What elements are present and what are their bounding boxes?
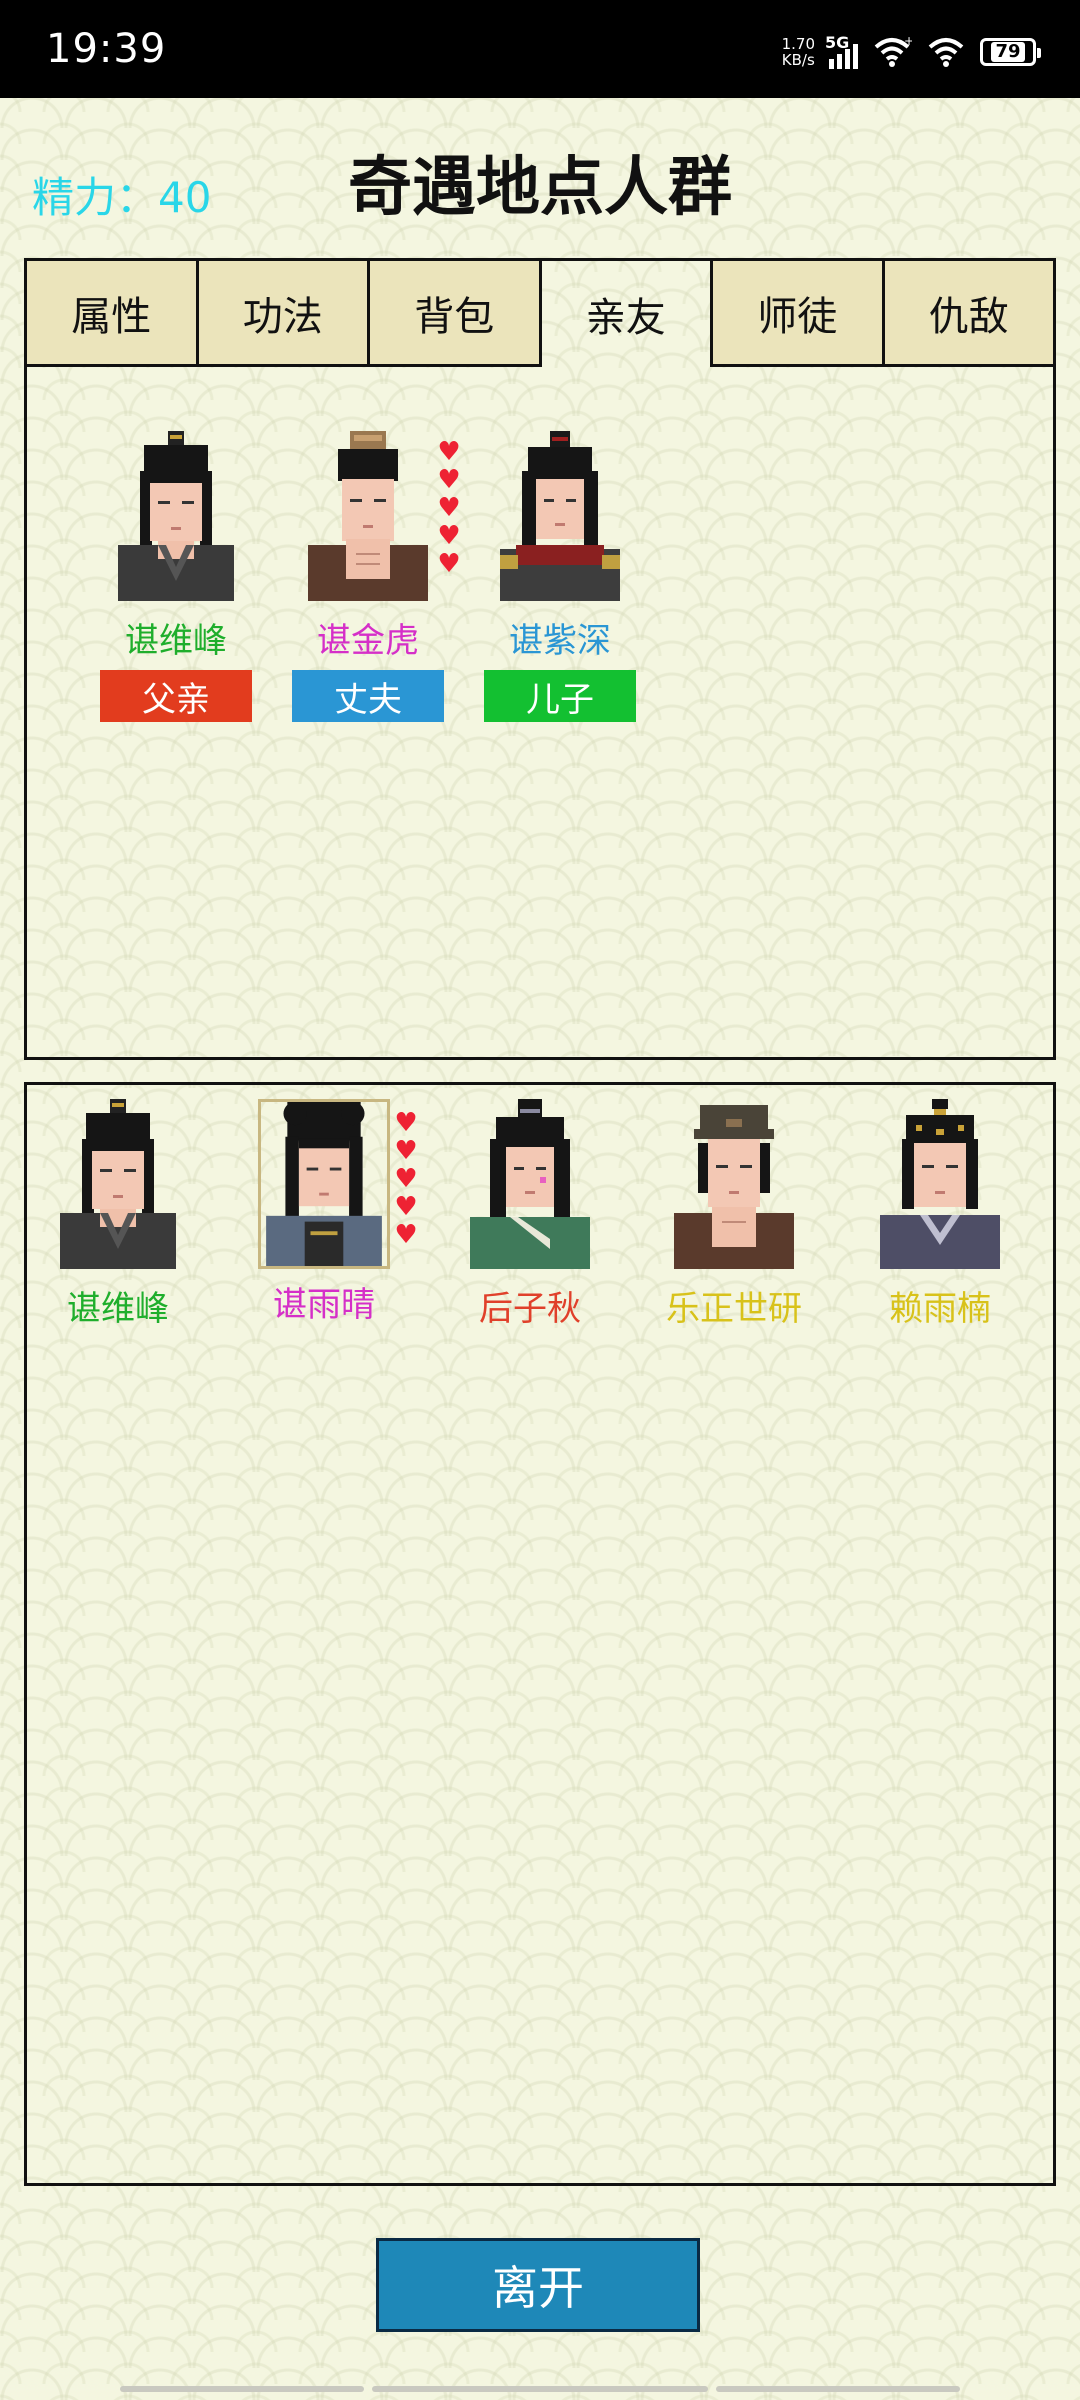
net-speed-unit: KB/s <box>781 51 815 69</box>
network-type: 5G <box>825 33 850 52</box>
relatives-panel: 属性 功法 背包 亲友 师徒 仇敌 谌维峰 父亲 ♥ ♥ ♥ ♥ ♥ 谌金虎 丈… <box>24 258 1056 1060</box>
tab-relatives[interactable]: 亲友 <box>542 261 713 367</box>
character-portrait <box>470 1099 590 1269</box>
affection-hearts: ♥ ♥ ♥ ♥ ♥ <box>436 437 464 579</box>
status-time: 19:39 <box>46 26 167 72</box>
heart-icon: ♥ <box>437 549 461 579</box>
person-name: 赖雨楠 <box>889 1289 991 1329</box>
relation-badge: 父亲 <box>100 670 252 722</box>
person-name: 谌雨晴 <box>273 1285 375 1325</box>
tab-bar: 属性 功法 背包 亲友 师徒 仇敌 <box>27 261 1053 367</box>
tab-mentorship[interactable]: 师徒 <box>710 261 885 367</box>
tab-attributes[interactable]: 属性 <box>27 261 199 367</box>
person-card[interactable]: 乐正世研 <box>649 1099 819 1330</box>
character-portrait: ♥ ♥ ♥ ♥ ♥ <box>258 1099 418 1269</box>
person-card[interactable]: 赖雨楠 <box>855 1099 1025 1330</box>
person-card-selected[interactable]: ♥ ♥ ♥ ♥ ♥ 谌雨晴 <box>239 1099 418 1326</box>
relative-card[interactable]: 谌紫深 儿子 <box>475 431 645 722</box>
tab-enemies[interactable]: 仇敌 <box>884 261 1053 367</box>
character-portrait <box>58 1099 178 1269</box>
net-speed: 1.70 KB/s <box>782 36 815 68</box>
wifi-alt-icon: + <box>874 35 912 67</box>
tab-inventory[interactable]: 背包 <box>370 261 542 367</box>
heart-icon: ♥ <box>394 1136 418 1166</box>
heart-icon: ♥ <box>437 521 461 551</box>
location-people-panel: 谌维峰 ♥ ♥ ♥ ♥ ♥ 谌雨晴 后子秋 乐正世研 赖雨楠 <box>24 1082 1056 2186</box>
relative-name: 谌金虎 <box>317 621 419 661</box>
leave-button[interactable]: 离开 <box>376 2238 700 2332</box>
heart-icon: ♥ <box>394 1192 418 1222</box>
relation-badge: 丈夫 <box>292 670 444 722</box>
page-title: 奇遇地点人群 <box>348 151 732 225</box>
relation-badge: 儿子 <box>484 670 636 722</box>
battery-level: 79 <box>991 42 1025 62</box>
relative-name: 谌紫深 <box>509 621 611 661</box>
net-speed-value: 1.70 <box>781 35 815 53</box>
status-icons: 1.70 KB/s 5G + 79 <box>782 30 1041 74</box>
person-name: 乐正世研 <box>666 1289 802 1329</box>
relative-card[interactable]: 谌维峰 父亲 <box>91 431 261 722</box>
person-card[interactable]: 谌维峰 <box>33 1099 203 1330</box>
relative-name: 谌维峰 <box>125 621 227 661</box>
nav-gesture-bar <box>120 2386 364 2392</box>
heart-icon: ♥ <box>394 1220 418 1250</box>
character-portrait <box>500 431 620 601</box>
svg-text:+: + <box>904 35 912 48</box>
relative-card[interactable]: ♥ ♥ ♥ ♥ ♥ 谌金虎 丈夫 <box>283 431 461 722</box>
affection-hearts: ♥ ♥ ♥ ♥ ♥ <box>393 1108 421 1250</box>
character-portrait: ♥ ♥ ♥ ♥ ♥ <box>308 431 461 601</box>
character-portrait <box>880 1099 1000 1269</box>
wifi-icon <box>928 38 964 67</box>
battery-icon: 79 <box>980 38 1041 66</box>
tab-skills[interactable]: 功法 <box>198 261 370 367</box>
status-bar: 19:39 1.70 KB/s 5G + 79 <box>0 0 1080 98</box>
nav-gesture-bar <box>716 2386 960 2392</box>
person-name: 后子秋 <box>479 1289 581 1329</box>
heart-icon: ♥ <box>437 437 461 467</box>
heart-icon: ♥ <box>437 493 461 523</box>
heart-icon: ♥ <box>394 1108 418 1138</box>
person-card[interactable]: 后子秋 <box>445 1099 615 1330</box>
nav-gesture-bar <box>372 2386 708 2392</box>
person-name: 谌维峰 <box>67 1289 169 1329</box>
heart-icon: ♥ <box>394 1164 418 1194</box>
character-portrait <box>116 431 236 601</box>
character-portrait <box>674 1099 794 1269</box>
cellular-signal-icon: 5G <box>825 33 858 69</box>
heart-icon: ♥ <box>437 465 461 495</box>
